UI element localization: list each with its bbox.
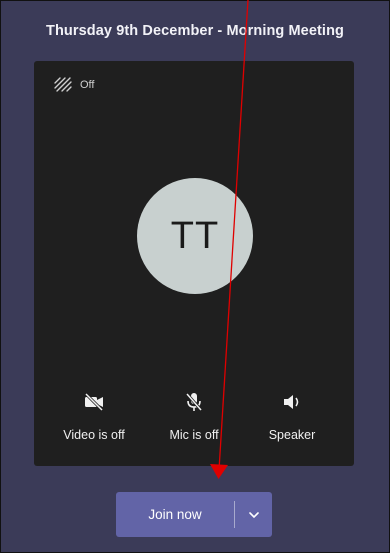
join-now-button[interactable]: Join now — [116, 507, 234, 522]
video-preview: Off TT Video is off Mic is off Speaker — [34, 61, 354, 466]
chevron-down-icon — [248, 507, 260, 522]
join-now-split-button: Join now — [116, 492, 272, 537]
speaker-selector-label: Speaker — [268, 428, 316, 442]
mic-off-icon — [149, 391, 239, 413]
background-effects-toggle[interactable]: Off — [54, 77, 94, 93]
video-off-icon — [49, 391, 139, 413]
speaker-selector[interactable]: Speaker — [247, 391, 337, 442]
avatar-initials: TT — [170, 214, 220, 257]
pre-join-screen: Thursday 9th December - Morning Meeting … — [0, 0, 390, 553]
avatar: TT — [137, 178, 253, 294]
join-options-button[interactable] — [235, 507, 272, 522]
video-toggle[interactable]: Video is off — [49, 391, 139, 442]
background-effects-label: Off — [80, 79, 95, 91]
background-blur-icon — [54, 77, 72, 93]
mic-toggle-label: Mic is off — [169, 428, 219, 442]
speaker-icon — [247, 391, 337, 413]
meeting-title: Thursday 9th December - Morning Meeting — [46, 23, 344, 39]
video-toggle-label: Video is off — [63, 428, 125, 442]
mic-toggle[interactable]: Mic is off — [149, 391, 239, 442]
